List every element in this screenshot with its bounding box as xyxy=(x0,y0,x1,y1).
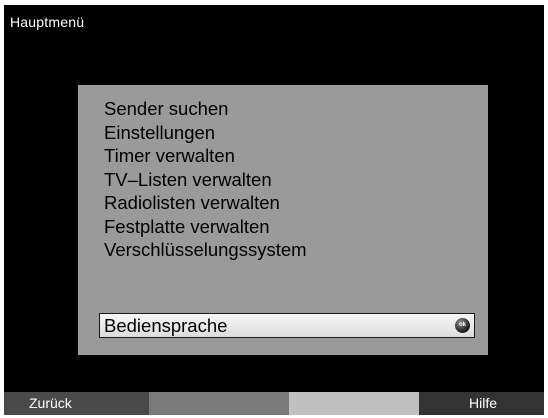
menu-item-timer-verwalten[interactable]: Timer verwalten xyxy=(104,144,307,168)
screenshot-frame: Hauptmenü Sender suchen Einstellungen Ti… xyxy=(0,0,548,418)
menu-list: Sender suchen Einstellungen Timer verwal… xyxy=(104,97,307,262)
menu-item-radiolisten-verwalten[interactable]: Radiolisten verwalten xyxy=(104,191,307,215)
page-title: Hauptmenü xyxy=(10,14,85,30)
menu-item-verschluesselungssystem[interactable]: Verschlüsselungssystem xyxy=(104,238,307,262)
back-label: Zurück xyxy=(29,395,72,411)
red-key-back-button[interactable] xyxy=(4,392,149,415)
yellow-key-segment xyxy=(289,392,419,415)
menu-item-festplatte-verwalten[interactable]: Festplatte verwalten xyxy=(104,215,307,239)
menu-item-bediensprache-selected[interactable]: Bediensprache ok xyxy=(99,313,475,338)
main-menu-panel: Sender suchen Einstellungen Timer verwal… xyxy=(78,85,488,355)
help-label: Hilfe xyxy=(469,395,498,411)
menu-item-tv-listen-verwalten[interactable]: TV–Listen verwalten xyxy=(104,168,307,192)
menu-item-einstellungen[interactable]: Einstellungen xyxy=(104,121,307,145)
green-key-segment xyxy=(149,392,289,415)
menu-item-sender-suchen[interactable]: Sender suchen xyxy=(104,97,307,121)
ok-button-icon: ok xyxy=(455,318,470,333)
tv-screen: Hauptmenü Sender suchen Einstellungen Ti… xyxy=(4,5,544,415)
selected-item-label: Bediensprache xyxy=(104,315,228,336)
footer-bar: Zurück Hilfe xyxy=(4,392,544,415)
